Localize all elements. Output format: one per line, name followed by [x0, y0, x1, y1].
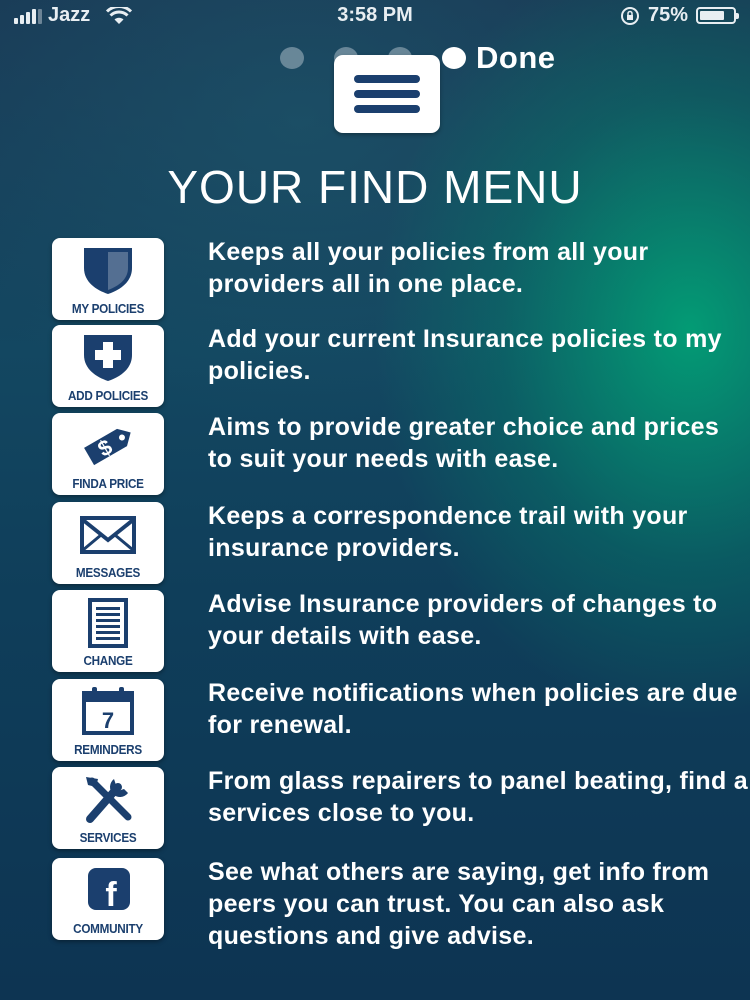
tile-label: MY POLICIES	[71, 301, 145, 316]
battery-percent: 75%	[647, 4, 688, 26]
status-bar: Jazz 3:58 PM 75%	[0, 0, 750, 32]
tile-label: SERVICES	[79, 830, 137, 845]
menu-description: Keeps a correspondence trail with your i…	[208, 502, 688, 562]
calendar-icon: 7	[82, 687, 134, 735]
status-right: 75%	[620, 4, 739, 27]
menu-description: See what others are saying, get info fro…	[208, 858, 710, 950]
envelope-icon	[80, 516, 136, 554]
calendar-day: 7	[102, 708, 114, 733]
menu-description: Add your current Insurance policies to m…	[208, 325, 722, 385]
document-icon	[88, 598, 128, 648]
rotation-lock-icon	[620, 6, 639, 25]
facebook-letter: f	[105, 876, 117, 914]
menu-description: Aims to provide greater choice and price…	[208, 413, 720, 473]
menu-description: Keeps all your policies from all your pr…	[208, 238, 649, 298]
done-button[interactable]: Done	[476, 40, 556, 76]
page-dot-active[interactable]	[442, 47, 466, 69]
tile-label: MESSAGES	[75, 565, 141, 580]
messages-button[interactable]: MESSAGES	[52, 502, 164, 584]
facebook-icon: f	[88, 868, 130, 914]
add-policies-button[interactable]: ADD POLICIES	[52, 325, 164, 407]
price-tag-icon: $	[84, 428, 131, 466]
page-dot[interactable]	[280, 47, 304, 69]
my-policies-button[interactable]: MY POLICIES	[52, 238, 164, 320]
menu-description: Advise Insurance providers of changes to…	[208, 590, 718, 650]
tile-label: FINDA PRICE	[72, 476, 144, 491]
battery-icon	[696, 7, 739, 24]
change-button[interactable]: CHANGE	[52, 590, 164, 672]
community-button[interactable]: f COMMUNITY	[52, 858, 164, 940]
hamburger-icon	[354, 75, 420, 113]
menu-description: Receive notifications when policies are …	[208, 679, 738, 739]
services-button[interactable]: SERVICES	[52, 767, 164, 849]
tile-label: REMINDERS	[74, 742, 142, 757]
reminders-button[interactable]: 7 REMINDERS	[52, 679, 164, 761]
tile-label: ADD POLICIES	[68, 388, 148, 403]
tile-label: COMMUNITY	[73, 921, 143, 936]
menu-description: From glass repairers to panel beating, f…	[208, 767, 749, 827]
tools-icon	[86, 777, 132, 823]
page-title: YOUR FIND MENU	[167, 161, 583, 213]
menu-button[interactable]	[334, 55, 440, 133]
finda-price-button[interactable]: $ FINDA PRICE	[52, 413, 164, 495]
tile-label: CHANGE	[83, 653, 133, 668]
shield-plus-icon	[84, 335, 132, 381]
shield-icon	[84, 248, 132, 294]
